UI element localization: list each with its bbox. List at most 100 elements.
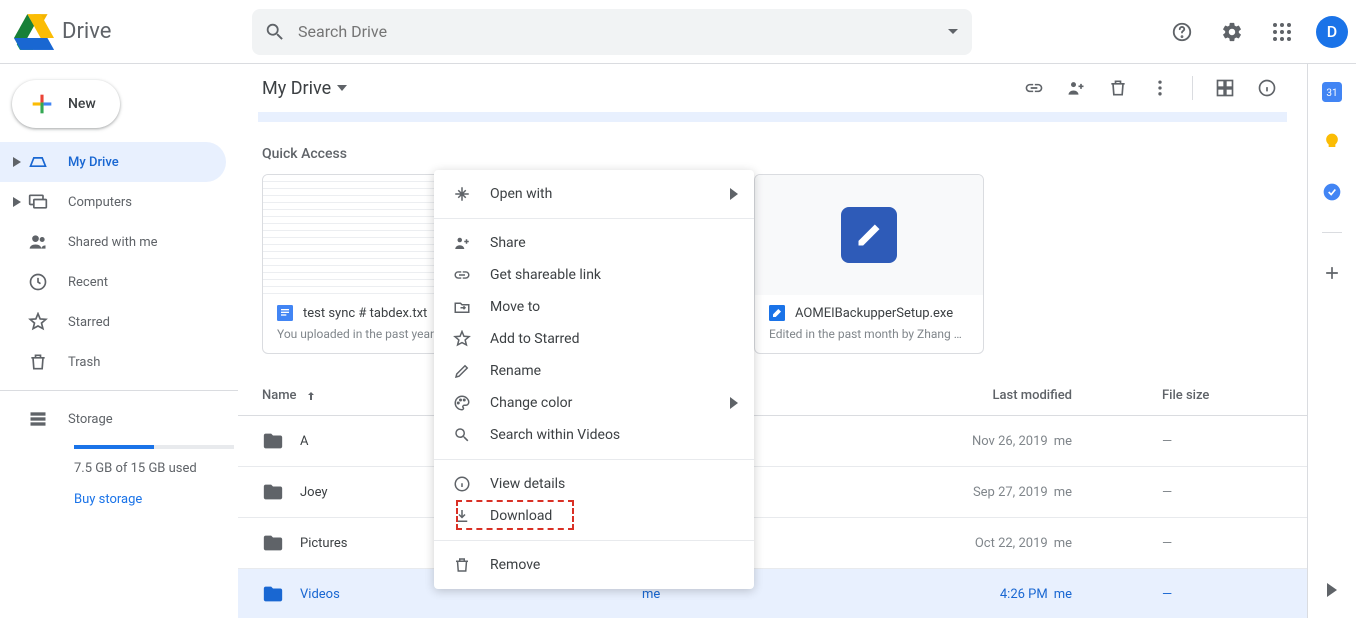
menu-share[interactable]: Share	[434, 227, 754, 259]
file-name: Pictures	[300, 536, 347, 551]
sidebar-item-recent[interactable]: Recent	[0, 262, 226, 302]
menu-open-with[interactable]: Open with	[434, 178, 754, 210]
quick-access-card[interactable]: AOMEIBackupperSetup.exe Edited in the pa…	[754, 174, 984, 354]
starred-icon	[26, 312, 50, 332]
table-row[interactable]: Videos me 4:26 PMme —	[238, 569, 1307, 618]
tasks-app-icon[interactable]	[1322, 182, 1342, 202]
computers-icon	[26, 192, 50, 212]
plus-icon	[28, 90, 56, 118]
side-panel-divider	[1322, 232, 1342, 233]
file-modified: Oct 22, 2019me	[842, 536, 1072, 551]
link-icon	[450, 266, 474, 284]
submenu-arrow-icon	[730, 397, 738, 409]
search-bar[interactable]	[252, 9, 972, 55]
quick-access-title: Quick Access	[238, 122, 1307, 174]
table-header: Name Owner Last modified File size	[238, 374, 1307, 416]
file-modified: Sep 27, 2019me	[842, 485, 1072, 500]
view-grid-icon[interactable]	[1205, 68, 1245, 108]
get-link-icon[interactable]	[1014, 68, 1054, 108]
side-panel-collapse-icon[interactable]	[1312, 570, 1352, 610]
table-row[interactable]: Pictures me Oct 22, 2019me —	[238, 518, 1307, 569]
main-content: My Drive Quick Access te	[238, 64, 1308, 618]
sidebar-divider	[0, 390, 238, 391]
qa-filename: test sync # tabdex.txt	[303, 306, 427, 321]
delete-icon[interactable]	[1098, 68, 1138, 108]
search-input[interactable]	[298, 22, 960, 41]
file-size: —	[1072, 434, 1283, 449]
qa-filename: AOMEIBackupperSetup.exe	[795, 306, 953, 321]
sidebar-item-storage[interactable]: Storage	[0, 399, 226, 439]
expand-arrow-icon[interactable]	[8, 157, 26, 167]
toolbar-actions	[1014, 68, 1287, 108]
toolbar-divider	[1192, 76, 1193, 100]
drive-logo-icon	[14, 12, 54, 52]
more-icon[interactable]	[1140, 68, 1180, 108]
file-name: Videos	[300, 587, 340, 602]
account-avatar[interactable]: D	[1316, 16, 1348, 48]
menu-divider	[434, 218, 754, 219]
storage-bar	[74, 445, 234, 449]
folder-icon	[262, 532, 284, 554]
menu-divider	[434, 540, 754, 541]
breadcrumb-label: My Drive	[262, 78, 331, 99]
sidebar-item-label: Shared with me	[68, 235, 158, 250]
app-name: Drive	[62, 19, 111, 44]
sidebar: New My Drive Computers Shared with me Re…	[0, 64, 238, 618]
sidebar-item-starred[interactable]: Starred	[0, 302, 226, 342]
sidebar-item-my-drive[interactable]: My Drive	[0, 142, 226, 182]
sidebar-item-label: Starred	[68, 315, 110, 330]
logo-block[interactable]: Drive	[14, 12, 252, 52]
keep-app-icon[interactable]	[1322, 132, 1342, 152]
details-icon[interactable]	[1247, 68, 1287, 108]
file-name: A	[300, 434, 308, 449]
menu-download[interactable]: Download	[434, 500, 754, 532]
buy-storage-link[interactable]: Buy storage	[0, 476, 238, 507]
header-actions: D	[1162, 12, 1348, 52]
sidebar-item-label: My Drive	[68, 155, 119, 170]
toolbar: My Drive	[238, 64, 1307, 112]
menu-rename[interactable]: Rename	[434, 355, 754, 387]
calendar-app-icon[interactable]: 31	[1322, 82, 1342, 102]
svg-text:31: 31	[1326, 88, 1337, 99]
settings-icon[interactable]	[1212, 12, 1252, 52]
file-modified: Nov 26, 2019me	[842, 434, 1072, 449]
app-header: Drive D	[0, 0, 1356, 64]
sidebar-item-computers[interactable]: Computers	[0, 182, 226, 222]
menu-move-to[interactable]: Move to	[434, 291, 754, 323]
apps-grid-icon[interactable]	[1262, 12, 1302, 52]
chevron-down-icon	[337, 85, 347, 91]
share-icon	[450, 234, 474, 252]
header-modified[interactable]: Last modified	[842, 388, 1072, 403]
sidebar-item-trash[interactable]: Trash	[0, 342, 226, 382]
new-button[interactable]: New	[12, 80, 120, 128]
help-icon[interactable]	[1162, 12, 1202, 52]
storage-icon	[26, 409, 50, 429]
menu-view-details[interactable]: View details	[434, 468, 754, 500]
breadcrumb[interactable]: My Drive	[262, 78, 347, 99]
menu-change-color[interactable]: Change color	[434, 387, 754, 419]
sidebar-item-shared[interactable]: Shared with me	[0, 222, 226, 262]
file-name: Joey	[300, 485, 328, 500]
table-row[interactable]: A me Nov 26, 2019me —	[238, 416, 1307, 467]
expand-arrow-icon[interactable]	[8, 197, 26, 207]
search-options-icon[interactable]	[948, 29, 958, 34]
move-icon	[450, 298, 474, 316]
menu-get-link[interactable]: Get shareable link	[434, 259, 754, 291]
header-size[interactable]: File size	[1072, 388, 1283, 403]
menu-add-starred[interactable]: Add to Starred	[434, 323, 754, 355]
add-addon-icon[interactable]	[1322, 263, 1342, 283]
menu-search-within[interactable]: Search within Videos	[434, 419, 754, 451]
sidebar-item-label: Trash	[68, 355, 100, 370]
download-icon	[450, 507, 474, 525]
qa-subtext: Edited in the past month by Zhang …	[769, 327, 969, 341]
menu-remove[interactable]: Remove	[434, 549, 754, 581]
share-icon[interactable]	[1056, 68, 1096, 108]
app-tile-icon	[841, 207, 897, 263]
storage-label: Storage	[68, 412, 113, 427]
context-menu: Open with Share Get shareable link Move …	[434, 170, 754, 589]
file-size: —	[1072, 485, 1283, 500]
quick-access-row: test sync # tabdex.txt You uploaded in t…	[238, 174, 1307, 354]
file-modified: 4:26 PMme	[842, 587, 1072, 602]
table-row[interactable]: Joey me Sep 27, 2019me —	[238, 467, 1307, 518]
folder-icon	[262, 583, 284, 605]
